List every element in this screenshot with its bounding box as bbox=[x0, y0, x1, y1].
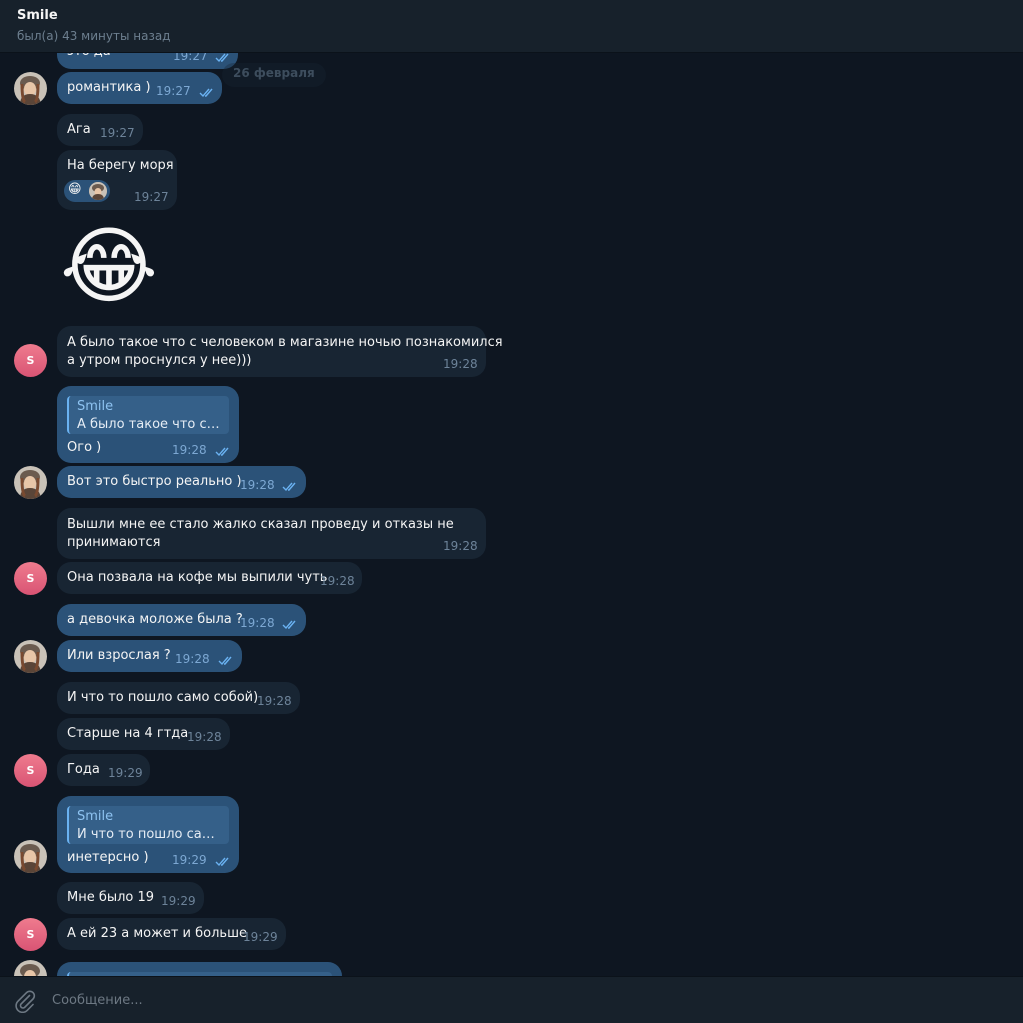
date-separator: 26 февраля bbox=[222, 63, 326, 87]
message-outgoing[interactable]: это да 19:27 bbox=[57, 53, 238, 69]
reply-text: А было такое что с человеком в магазине … bbox=[77, 417, 221, 432]
message-time: 19:28 bbox=[175, 652, 210, 666]
avatar[interactable] bbox=[14, 72, 47, 105]
reply-author: Smile bbox=[77, 809, 114, 824]
message-outgoing[interactable]: Smile И что то пошло само собой) инетерс… bbox=[57, 796, 239, 873]
avatar[interactable]: S bbox=[14, 918, 47, 951]
message-list[interactable]: это да 19:27 26 февраля романтика ) 19:2… bbox=[0, 53, 1023, 976]
message-time: 19:28 bbox=[172, 443, 207, 457]
message-text: романтика ) bbox=[67, 80, 151, 95]
message-incoming[interactable]: А было такое что с человеком в магазине … bbox=[57, 326, 503, 377]
message-outgoing[interactable]: Smile А было такое что с человеком в маг… bbox=[57, 386, 239, 463]
message-incoming[interactable]: На берегу моря 😁 19:27 bbox=[57, 150, 177, 210]
avatar[interactable]: S bbox=[14, 754, 47, 787]
message-time: 19:28 bbox=[240, 478, 275, 492]
message-outgoing[interactable]: Вот это быстро реально ) 19:28 bbox=[57, 466, 306, 498]
double-check-icon bbox=[282, 482, 296, 492]
chat-title[interactable]: Smile bbox=[17, 8, 1006, 23]
message-text: И что то пошло само собой) bbox=[67, 690, 259, 705]
reaction-chip[interactable]: 😁 bbox=[64, 180, 110, 202]
message-outgoing[interactable] bbox=[57, 962, 342, 976]
message-time: 19:28 bbox=[443, 357, 478, 371]
message-incoming[interactable]: И что то пошло само собой) 19:28 bbox=[57, 682, 300, 714]
reply-preview[interactable]: Smile А было такое что с человеком в маг… bbox=[67, 396, 229, 434]
message-text: На берегу моря bbox=[67, 158, 174, 173]
message-time: 19:28 bbox=[257, 694, 292, 708]
message-text: а девочка моложе была ? bbox=[67, 612, 243, 627]
message-incoming[interactable]: Ага 19:27 bbox=[57, 114, 143, 146]
chat-header[interactable]: Smile был(а) 43 минуты назад bbox=[0, 0, 1023, 53]
message-input[interactable] bbox=[52, 989, 952, 1011]
reply-author: Smile bbox=[77, 399, 114, 414]
message-outgoing[interactable]: Или взрослая ? 19:28 bbox=[57, 640, 242, 672]
message-time: 19:27 bbox=[100, 126, 135, 140]
message-time: 19:28 bbox=[443, 539, 478, 553]
message-text-line2: принимаются bbox=[67, 535, 161, 550]
double-check-icon bbox=[215, 53, 229, 63]
message-text: Старше на 4 гтда bbox=[67, 726, 189, 741]
message-time: 19:29 bbox=[243, 930, 278, 944]
reaction-avatar bbox=[89, 182, 107, 200]
message-text: Вышли мне ее стало жалко сказал проведу … bbox=[67, 517, 454, 532]
message-text: Она позвала на кофе мы выпили чуть bbox=[67, 570, 328, 585]
reply-text: И что то пошло само собой) bbox=[77, 827, 221, 842]
message-text: Ого ) bbox=[67, 440, 102, 455]
message-incoming[interactable]: А ей 23 а может и больше 19:29 bbox=[57, 918, 286, 950]
message-incoming[interactable]: Старше на 4 гтда 19:28 bbox=[57, 718, 230, 750]
avatar[interactable]: S bbox=[14, 344, 47, 377]
double-check-icon bbox=[282, 620, 296, 630]
message-text: это да bbox=[67, 53, 111, 61]
message-time: 19:27 bbox=[134, 190, 169, 204]
double-check-icon bbox=[218, 656, 232, 666]
last-seen-status: был(а) 43 минуты назад bbox=[17, 29, 171, 43]
message-text: Или взрослая ? bbox=[67, 648, 171, 663]
message-text: А ей 23 а может и больше bbox=[67, 926, 247, 941]
message-text: Года bbox=[67, 762, 100, 777]
reply-preview[interactable]: Smile И что то пошло само собой) bbox=[67, 806, 229, 844]
message-time: 19:28 bbox=[240, 616, 275, 630]
message-incoming[interactable]: Вышли мне ее стало жалко сказал проведу … bbox=[57, 508, 486, 559]
sticker-emoji: 😂 bbox=[60, 217, 159, 315]
message-incoming[interactable]: Года 19:29 bbox=[57, 754, 150, 786]
message-time: 19:29 bbox=[172, 853, 207, 867]
message-incoming[interactable]: Она позвала на кофе мы выпили чуть 19:28 bbox=[57, 562, 362, 594]
message-time: 19:29 bbox=[108, 766, 143, 780]
avatar[interactable] bbox=[14, 640, 47, 673]
message-text: инетерсно ) bbox=[67, 850, 149, 865]
avatar[interactable]: S bbox=[14, 562, 47, 595]
message-text-line2: а утром проснулся у нее))) bbox=[67, 353, 252, 368]
avatar[interactable] bbox=[14, 960, 47, 976]
double-check-icon bbox=[199, 88, 213, 98]
message-text: А было такое что с человеком в магазине … bbox=[67, 335, 503, 350]
avatar[interactable] bbox=[14, 466, 47, 499]
paperclip-icon[interactable] bbox=[13, 989, 37, 1013]
message-composer bbox=[0, 976, 1023, 1023]
reaction-emoji: 😁 bbox=[68, 182, 82, 197]
message-text: Ага bbox=[67, 122, 91, 137]
message-outgoing[interactable]: романтика ) 19:27 bbox=[57, 72, 222, 104]
message-incoming[interactable]: Мне было 19 19:29 bbox=[57, 882, 204, 914]
message-text: Вот это быстро реально ) bbox=[67, 474, 242, 489]
double-check-icon bbox=[215, 857, 229, 867]
message-time: 19:27 bbox=[173, 53, 208, 63]
message-time: 19:28 bbox=[320, 574, 355, 588]
message-text: Мне было 19 bbox=[67, 890, 155, 905]
message-outgoing[interactable]: а девочка моложе была ? 19:28 bbox=[57, 604, 306, 636]
message-time: 19:29 bbox=[161, 894, 196, 908]
double-check-icon bbox=[215, 447, 229, 457]
message-time: 19:27 bbox=[156, 84, 191, 98]
message-time: 19:28 bbox=[187, 730, 222, 744]
sticker[interactable]: 😂 bbox=[60, 218, 164, 314]
avatar[interactable] bbox=[14, 840, 47, 873]
